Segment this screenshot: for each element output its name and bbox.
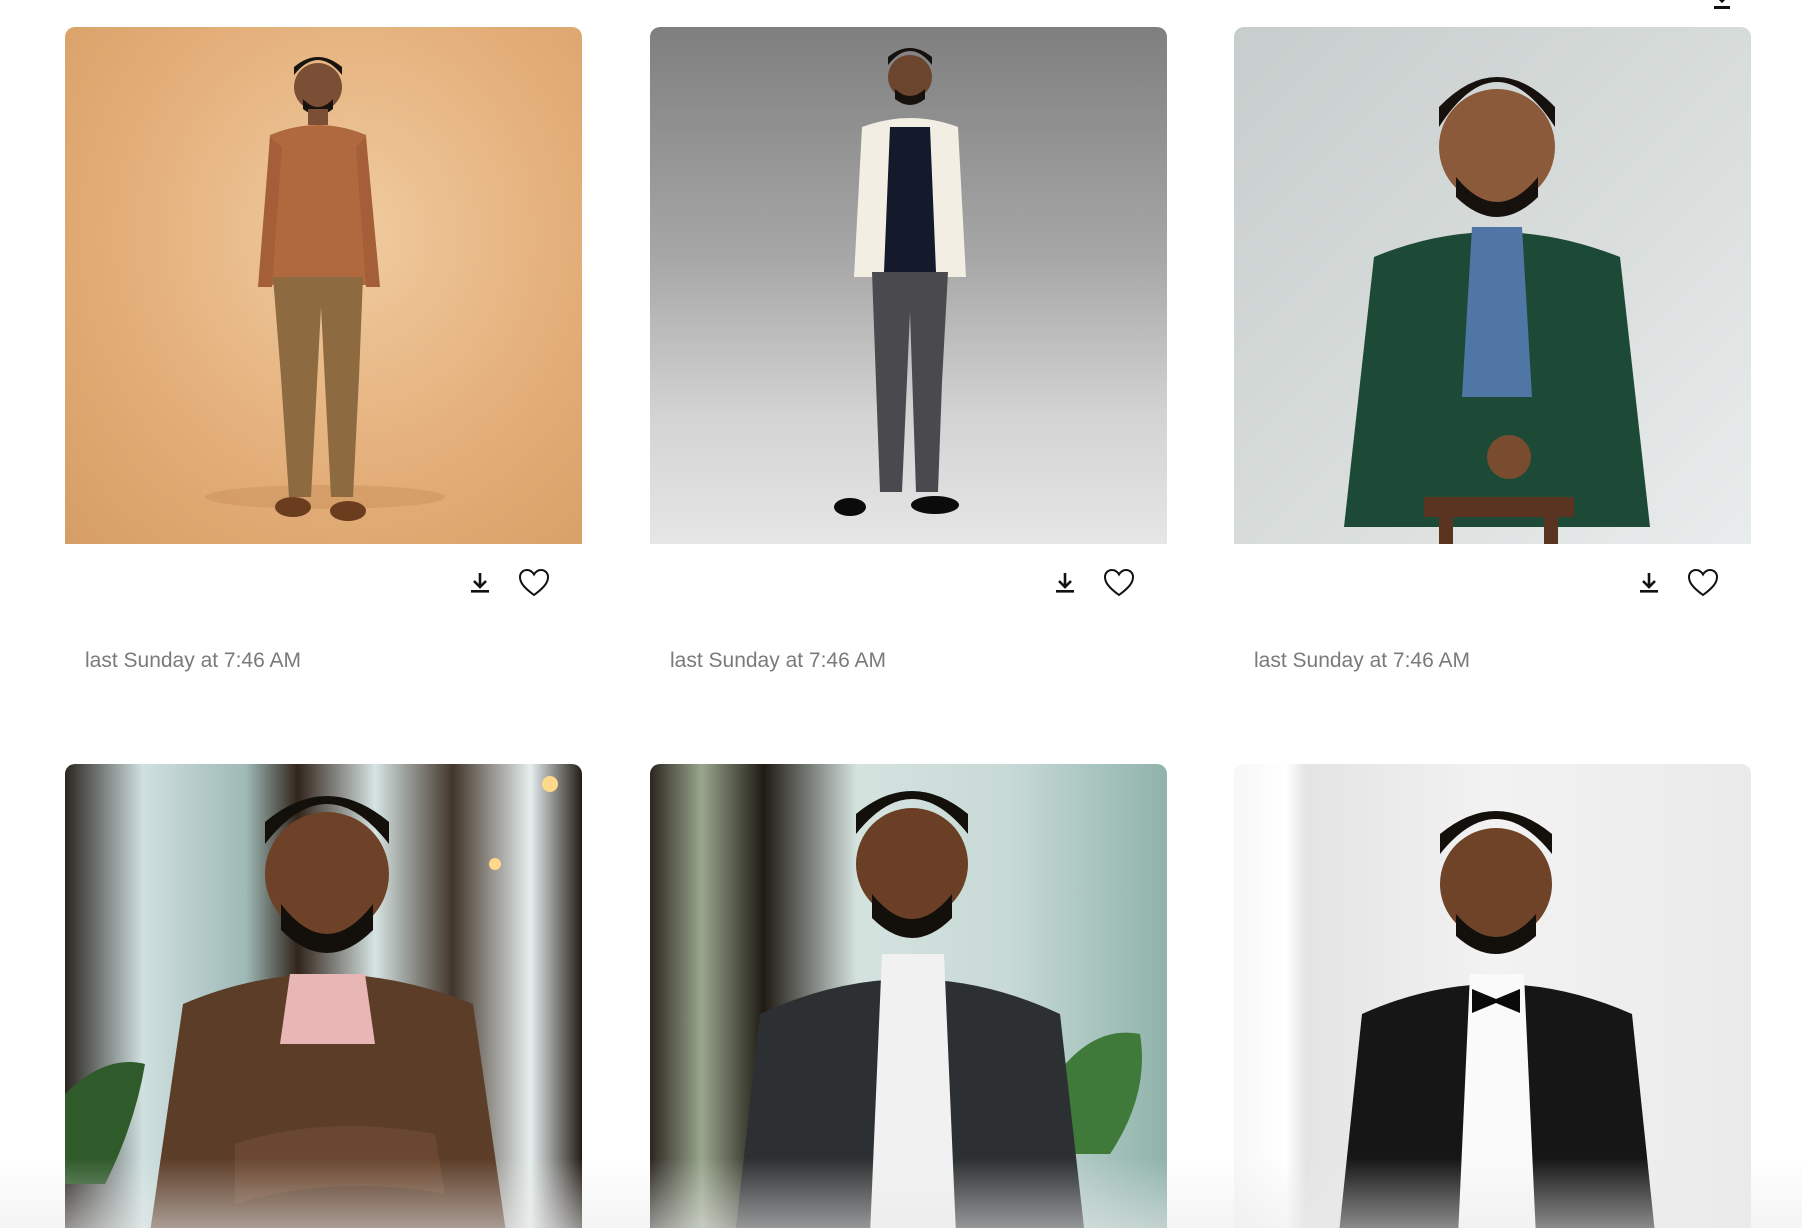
gallery-card: last Sunday at 7:46 AM: [1234, 27, 1751, 672]
card-actions: [1049, 567, 1135, 599]
photo-person-standing-white-blazer[interactable]: [650, 27, 1167, 544]
photo-timestamp: last Sunday at 7:46 AM: [670, 649, 886, 672]
photo-person-arms-crossed-office[interactable]: [65, 764, 582, 1228]
gallery-card: last Sunday at 7:46 AM: [650, 27, 1167, 672]
card-actions: [1633, 567, 1719, 599]
gallery-card: last Sunday at 7:46 AM: [65, 27, 582, 672]
heart-icon[interactable]: [518, 567, 550, 599]
download-icon[interactable]: [1633, 567, 1665, 599]
photo-gallery: last Sunday at 7:46 AM last Sunday at 7:…: [0, 0, 1802, 1228]
gallery-card: [65, 764, 582, 1228]
download-icon[interactable]: [1708, 0, 1736, 14]
heart-icon[interactable]: [1103, 567, 1135, 599]
download-icon[interactable]: [1049, 567, 1081, 599]
photo-person-standing-brown-sweater[interactable]: [65, 27, 582, 544]
card-actions: [464, 567, 550, 599]
photo-timestamp: last Sunday at 7:46 AM: [1254, 649, 1470, 672]
photo-person-seated-green-suit[interactable]: [1234, 27, 1751, 544]
photo-timestamp: last Sunday at 7:46 AM: [85, 649, 301, 672]
download-icon[interactable]: [464, 567, 496, 599]
gallery-card: [650, 764, 1167, 1228]
photo-person-seated-dark-suit[interactable]: [650, 764, 1167, 1228]
photo-person-seated-tuxedo[interactable]: [1234, 764, 1751, 1228]
heart-icon[interactable]: [1687, 567, 1719, 599]
gallery-card: [1234, 764, 1751, 1228]
